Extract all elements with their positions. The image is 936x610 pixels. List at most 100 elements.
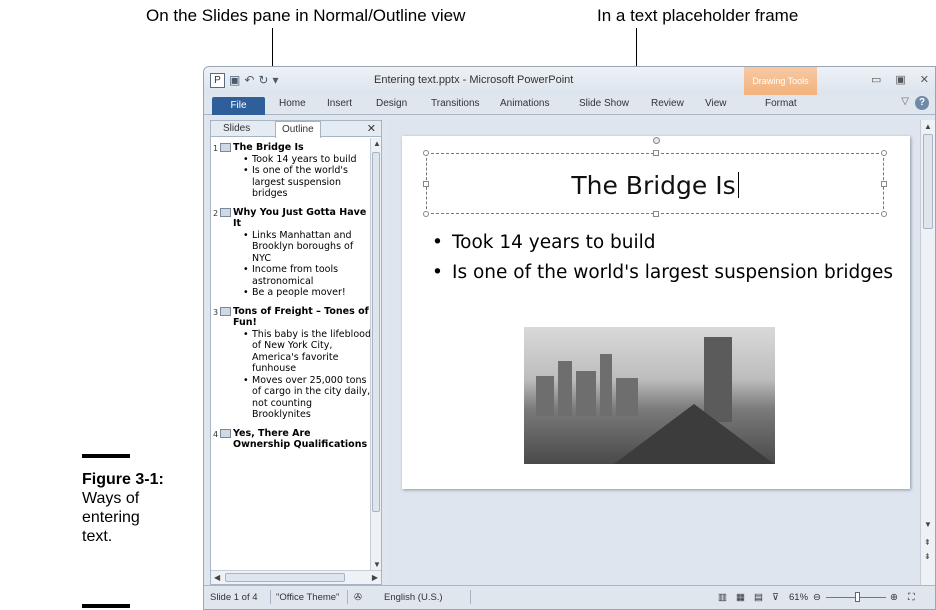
- save-icon[interactable]: ▣: [229, 73, 240, 88]
- status-bar: Slide 1 of 4 "Office Theme" ✇ English (U…: [204, 585, 935, 609]
- outline-slide-title[interactable]: Tons of Freight – Tones of Fun!: [233, 306, 371, 329]
- zoom-level[interactable]: 61%: [789, 592, 808, 603]
- minimize-button[interactable]: ▭: [871, 73, 881, 86]
- redo-icon[interactable]: ↻: [258, 73, 268, 88]
- slide-title[interactable]: The Bridge Is: [571, 171, 735, 200]
- scroll-up-icon[interactable]: ▲: [373, 139, 381, 148]
- scroll-thumb[interactable]: [372, 152, 380, 512]
- title-bar: P ▣ ↶ ↻ ▾ Entering text.pptx - Microsoft…: [204, 67, 935, 95]
- outline-bullet[interactable]: Be a people mover!: [243, 287, 371, 299]
- brooklyn-bridge-photo[interactable]: [524, 327, 775, 464]
- tab-review[interactable]: Review: [651, 98, 684, 109]
- pane-vertical-scrollbar[interactable]: ▲ ▼: [370, 138, 381, 570]
- scroll-up-icon[interactable]: ▲: [924, 122, 932, 131]
- figure-caption-line: entering: [82, 509, 140, 526]
- slide-vertical-scrollbar[interactable]: ▲ ▼ ⇞ ⇟: [920, 120, 935, 585]
- callout-slides-pane: On the Slides pane in Normal/Outline vie…: [146, 6, 466, 25]
- tab-file[interactable]: File: [212, 97, 265, 115]
- zoom-in-icon[interactable]: ⊕: [890, 592, 898, 603]
- scroll-left-icon[interactable]: ◀: [214, 573, 220, 582]
- tab-format[interactable]: Format: [765, 98, 797, 109]
- normal-view-icon[interactable]: ▥: [718, 592, 727, 603]
- resize-handle[interactable]: [423, 150, 429, 156]
- outline-bullet[interactable]: Is one of the world's largest suspension…: [243, 165, 371, 200]
- resize-handle[interactable]: [653, 150, 659, 156]
- content-placeholder[interactable]: Took 14 years to build Is one of the wor…: [430, 231, 900, 291]
- tab-slides[interactable]: Slides: [217, 121, 256, 137]
- outline-list[interactable]: 1 The Bridge Is Took 14 years to build I…: [211, 138, 371, 570]
- zoom-out-icon[interactable]: ⊖: [813, 592, 821, 603]
- slide-icon: [220, 143, 231, 152]
- close-button[interactable]: ✕: [920, 73, 929, 86]
- fit-to-window-icon[interactable]: ⛶: [908, 592, 915, 603]
- undo-icon[interactable]: ↶: [244, 73, 254, 88]
- outline-bullet[interactable]: Took 14 years to build: [243, 154, 371, 166]
- outline-slide-title[interactable]: Why You Just Gotta Have It: [233, 207, 371, 230]
- outline-slide[interactable]: 3 Tons of Freight – Tones of Fun! This b…: [211, 306, 371, 421]
- tab-home[interactable]: Home: [279, 98, 306, 109]
- customize-toolbar-icon[interactable]: ▾: [272, 73, 278, 88]
- tab-animations[interactable]: Animations: [500, 98, 549, 109]
- tab-transitions[interactable]: Transitions: [431, 98, 480, 109]
- window-controls: ▭ ▣ ✕: [871, 73, 929, 86]
- title-placeholder[interactable]: The Bridge Is: [423, 137, 887, 217]
- outline-slide-title[interactable]: The Bridge Is: [233, 142, 371, 154]
- pane-tabs: Slides Outline ✕: [211, 121, 381, 138]
- outline-slide[interactable]: 2 Why You Just Gotta Have It Links Manha…: [211, 207, 371, 299]
- outline-bullet[interactable]: Moves over 25,000 tons of cargo in the c…: [243, 375, 371, 421]
- pane-horizontal-scrollbar[interactable]: ◀ ▶: [211, 570, 381, 584]
- figure-number: Figure 3-1:: [82, 471, 164, 488]
- slide-show-icon[interactable]: ⊽: [772, 592, 779, 603]
- powerpoint-logo-icon[interactable]: P: [210, 73, 225, 88]
- outline-slide-title[interactable]: Yes, There Are Ownership Qualifications: [233, 428, 371, 451]
- resize-handle[interactable]: [881, 150, 887, 156]
- outline-bullet[interactable]: This baby is the lifeblood of New York C…: [243, 329, 371, 375]
- slide-bullet[interactable]: Is one of the world's largest suspension…: [430, 261, 900, 285]
- ribbon-expand-icon[interactable]: ▽: [901, 96, 909, 107]
- slide-number: 4: [213, 429, 219, 439]
- language[interactable]: English (U.S.): [384, 592, 443, 603]
- tab-slide-show[interactable]: Slide Show: [579, 98, 629, 109]
- spelling-check-icon[interactable]: ✇: [354, 592, 362, 603]
- scroll-thumb[interactable]: [923, 134, 933, 229]
- powerpoint-window: P ▣ ↶ ↻ ▾ Entering text.pptx - Microsoft…: [203, 66, 936, 610]
- pane-close-icon[interactable]: ✕: [367, 122, 376, 135]
- tab-outline[interactable]: Outline: [275, 121, 321, 138]
- resize-handle[interactable]: [423, 211, 429, 217]
- scroll-right-icon[interactable]: ▶: [372, 573, 378, 582]
- zoom-slider-thumb[interactable]: [855, 592, 860, 602]
- rotation-handle[interactable]: [653, 137, 660, 144]
- skyline-building: [558, 361, 572, 416]
- slide-sorter-icon[interactable]: ▦: [736, 592, 745, 603]
- bridge-deck: [614, 404, 774, 464]
- outline-slide[interactable]: 4 Yes, There Are Ownership Qualification…: [211, 428, 371, 451]
- previous-slide-icon[interactable]: ⇞: [924, 538, 931, 547]
- divider: [347, 590, 348, 604]
- scroll-down-icon[interactable]: ▼: [373, 560, 381, 569]
- outline-bullet[interactable]: Income from tools astronomical: [243, 264, 371, 287]
- quick-access-toolbar: P ▣ ↶ ↻ ▾: [210, 73, 279, 88]
- outline-bullet[interactable]: Links Manhattan and Brooklyn boroughs of…: [243, 230, 371, 265]
- tab-view[interactable]: View: [705, 98, 727, 109]
- scroll-down-icon[interactable]: ▼: [924, 520, 932, 529]
- callout-placeholder-frame: In a text placeholder frame: [597, 6, 799, 25]
- outline-slide[interactable]: 1 The Bridge Is Took 14 years to build I…: [211, 142, 371, 200]
- theme-name[interactable]: "Office Theme": [276, 592, 339, 603]
- maximize-button[interactable]: ▣: [895, 73, 905, 86]
- slide-icon: [220, 306, 231, 316]
- reading-view-icon[interactable]: ▤: [754, 592, 763, 603]
- next-slide-icon[interactable]: ⇟: [924, 552, 931, 561]
- resize-handle[interactable]: [653, 211, 659, 217]
- tab-insert[interactable]: Insert: [327, 98, 352, 109]
- resize-handle[interactable]: [881, 211, 887, 217]
- skyline-building: [600, 354, 612, 416]
- help-icon[interactable]: ?: [915, 96, 929, 110]
- drawing-tools-context-tab: Drawing Tools: [744, 67, 817, 95]
- slide-bullet[interactable]: Took 14 years to build: [430, 231, 900, 255]
- slide-canvas[interactable]: The Bridge Is Took 14 years to build Is …: [402, 136, 910, 489]
- divider: [470, 590, 471, 604]
- tab-design[interactable]: Design: [376, 98, 407, 109]
- scroll-thumb[interactable]: [225, 573, 345, 582]
- figure-caption-line: text.: [82, 528, 113, 545]
- slide-icon: [220, 428, 231, 438]
